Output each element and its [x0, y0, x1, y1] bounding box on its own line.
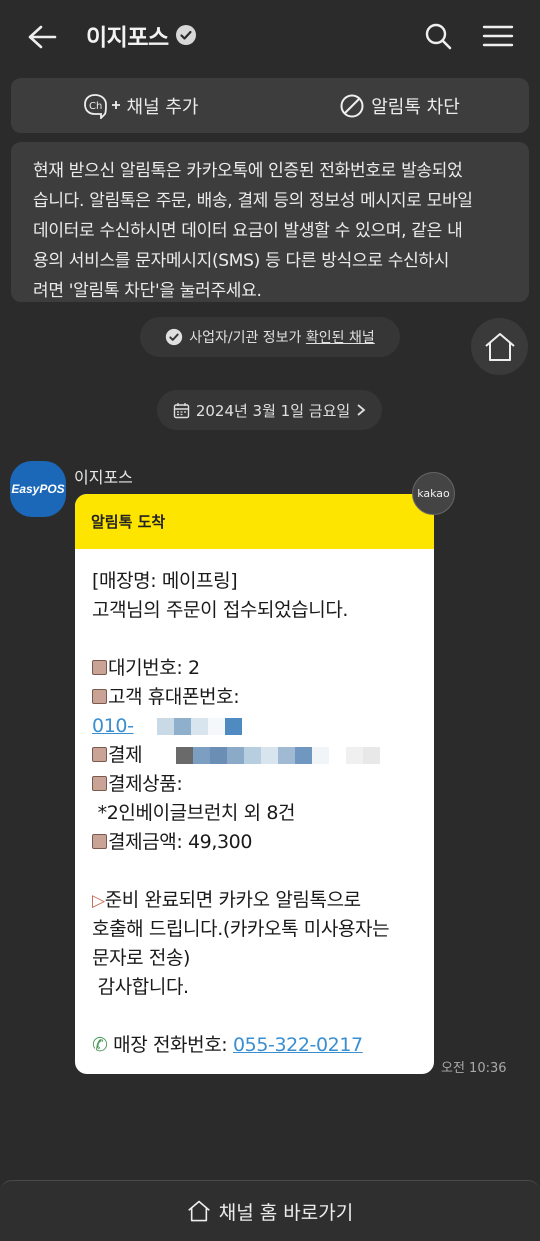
- amount-line: 결제금액: 49,300: [92, 828, 418, 857]
- alimtalk-message-bubble[interactable]: 알림톡 도착 [매장명: 메이프링] 고객님의 주문이 접수되었습니다. 대기번…: [75, 494, 434, 1074]
- phone-icon: ✆: [92, 1034, 108, 1056]
- ready-line-3: 문자로 전송): [92, 947, 191, 969]
- square-bullet-icon: [92, 660, 107, 675]
- phone-label-line: 고객 휴대폰번호:: [92, 683, 418, 712]
- block-alimtalk-button[interactable]: 알림톡 차단: [270, 78, 529, 133]
- verified-check-icon: [166, 328, 183, 346]
- store-phone-link[interactable]: 055-322-0217: [233, 1034, 363, 1056]
- store-name-line: [매장명: 메이프링]: [92, 570, 238, 592]
- bubble-header: 알림톡 도착: [75, 494, 434, 549]
- phone-number-line[interactable]: 010-: [92, 712, 418, 741]
- thanks-line: 감사합니다.: [92, 976, 189, 998]
- kakao-badge: kakao: [412, 472, 455, 515]
- payment-line: 결제: [92, 741, 418, 770]
- channel-title: 이지포스: [86, 25, 169, 51]
- menu-icon: [482, 25, 514, 47]
- top-header: 이지포스: [0, 0, 540, 72]
- redacted-payment-blur: [176, 747, 381, 764]
- square-bullet-icon: [92, 689, 107, 704]
- product-label-line: 결제상품:: [92, 770, 418, 799]
- product-label-text: 결제상품:: [108, 773, 183, 795]
- verified-chip-text: 사업자/기관 정보가 확인된 채널: [189, 327, 375, 347]
- calendar-icon: [173, 402, 190, 418]
- wait-number-text: 대기번호: 2: [108, 657, 200, 679]
- bubble-body: [매장명: 메이프링] 고객님의 주문이 접수되었습니다. 대기번호: 2 고객…: [75, 549, 434, 1060]
- add-channel-button[interactable]: Ch 채널 추가: [11, 78, 270, 133]
- ready-line-1: ▷준비 완료되면 카카오 알림톡으로: [92, 886, 418, 915]
- channel-home-shortcut-label: 채널 홈 바로가기: [218, 1201, 354, 1224]
- search-button[interactable]: [420, 18, 456, 54]
- ready-text-1: 준비 완료되면 카카오 알림톡으로: [104, 889, 361, 911]
- channel-add-icon: Ch: [83, 93, 120, 119]
- menu-button[interactable]: [478, 18, 518, 54]
- add-channel-label: 채널 추가: [126, 96, 199, 118]
- avatar-logo-text: EasyPOS: [11, 482, 65, 496]
- store-phone-label: 매장 전화번호:: [113, 1034, 233, 1056]
- phone-label-text: 고객 휴대폰번호:: [108, 686, 240, 708]
- date-chip[interactable]: 2024년 3월 1일 금요일: [157, 390, 382, 430]
- payment-partial-text: 결제: [108, 744, 143, 766]
- amount-text: 결제금액: 49,300: [108, 831, 253, 853]
- verified-channel-chip[interactable]: 사업자/기관 정보가 확인된 채널: [140, 317, 400, 357]
- store-phone-line: ✆ 매장 전화번호: 055-322-0217: [92, 1031, 418, 1060]
- arrow-left-icon: [28, 25, 57, 49]
- wait-number-line: 대기번호: 2: [92, 654, 418, 683]
- home-icon: [484, 332, 515, 361]
- customer-phone-link[interactable]: 010-: [92, 715, 134, 737]
- channel-home-shortcut-button[interactable]: 채널 홈 바로가기: [0, 1180, 540, 1241]
- sender-avatar[interactable]: EasyPOS: [10, 461, 66, 517]
- sender-name: 이지포스: [74, 468, 133, 487]
- block-icon: [340, 94, 364, 117]
- search-icon: [425, 23, 452, 50]
- redacted-phone-blur: [139, 718, 242, 735]
- play-triangle-icon: ▷: [92, 891, 105, 911]
- verified-badge-icon: [175, 25, 196, 45]
- channel-action-bar: Ch 채널 추가 알림톡 차단: [11, 78, 529, 133]
- back-button[interactable]: [24, 20, 60, 54]
- svg-text:Ch: Ch: [89, 101, 102, 112]
- channel-home-fab[interactable]: [471, 318, 528, 375]
- square-bullet-icon: [92, 776, 107, 791]
- home-outline-icon: [187, 1200, 210, 1222]
- chevron-right-icon: [357, 404, 366, 416]
- date-label: 2024년 3월 1일 금요일: [195, 401, 351, 420]
- message-time: 오전 10:36: [441, 1061, 507, 1076]
- alimtalk-notice: 현재 받으신 알림톡은 카카오톡에 인증된 전화번호로 발송되었 습니다. 알림…: [11, 142, 529, 302]
- product-item-line: *2인베이글브런치 외 8건: [92, 802, 296, 824]
- block-alimtalk-label: 알림톡 차단: [371, 96, 460, 118]
- channel-title-group: 이지포스: [86, 18, 197, 52]
- ready-line-2: 호출해 드립니다.(카카오톡 미사용자는: [92, 918, 390, 940]
- square-bullet-icon: [92, 834, 107, 849]
- square-bullet-icon: [92, 747, 107, 762]
- order-received-line: 고객님의 주문이 접수되었습니다.: [92, 599, 349, 621]
- verified-chip-link[interactable]: 확인된 채널: [306, 330, 375, 346]
- verified-chip-prefix: 사업자/기관 정보가: [189, 330, 306, 346]
